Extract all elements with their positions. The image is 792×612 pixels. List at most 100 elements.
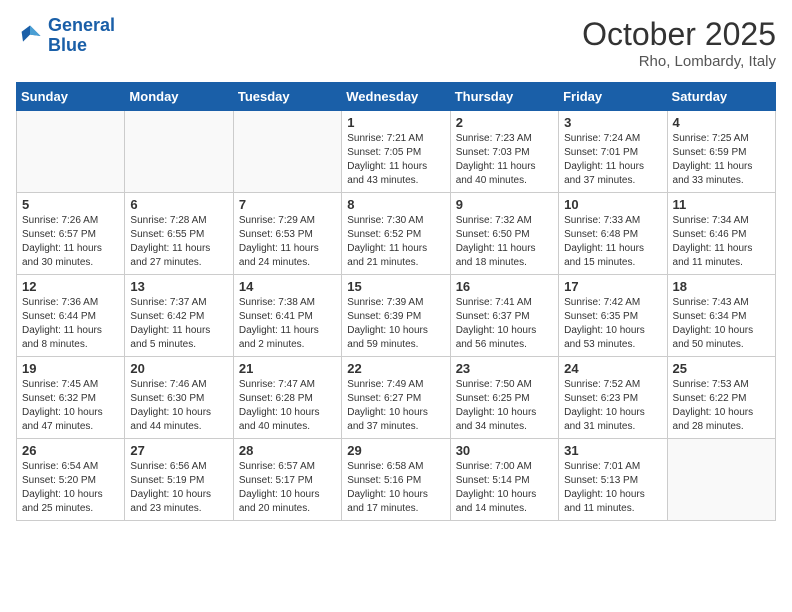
calendar-cell: 30 Sunrise: 7:00 AM Sunset: 5:14 PM Dayli…	[450, 439, 558, 521]
calendar-cell: 24Sunrise: 7:52 AM Sunset: 6:23 PM Dayli…	[559, 357, 667, 439]
day-info: Sunrise: 7:49 AM Sunset: 6:27 PM Dayligh…	[347, 378, 444, 434]
day-info: Sunrise: 6:54 AM Sunset: 5:20 PM Dayligh…	[22, 460, 119, 516]
weekday-header: Wednesday	[342, 83, 450, 111]
day-number: 5	[22, 197, 119, 212]
day-number: 14	[239, 279, 336, 294]
day-number: 27	[130, 443, 227, 458]
calendar-cell: 31 Sunrise: 7:01 AM Sunset: 5:13 PM Dayli…	[559, 439, 667, 521]
calendar-week-row: 12 Sunrise: 7:36 AM Sunset: 6:44 PM Dayli…	[17, 275, 776, 357]
month-year-title: October 2025	[582, 16, 776, 53]
calendar-cell: 15 Sunrise: 7:39 AM Sunset: 6:39 PM Dayli…	[342, 275, 450, 357]
calendar-cell: 27 Sunrise: 6:56 AM Sunset: 5:19 PM Dayli…	[125, 439, 233, 521]
day-info: Sunrise: 7:45 AM Sunset: 6:32 PM Dayligh…	[22, 378, 119, 434]
day-info: Sunrise: 6:58 AM Sunset: 5:16 PM Dayligh…	[347, 460, 444, 516]
calendar-cell: 23Sunrise: 7:50 AM Sunset: 6:25 PM Dayli…	[450, 357, 558, 439]
day-number: 16	[456, 279, 553, 294]
day-info: Sunrise: 7:32 AM Sunset: 6:50 PM Dayligh…	[456, 214, 553, 270]
calendar-cell: 28Sunrise: 6:57 AM Sunset: 5:17 PM Dayli…	[233, 439, 341, 521]
calendar-cell: 14 Sunrise: 7:38 AM Sunset: 6:41 PM Dayli…	[233, 275, 341, 357]
calendar-cell: 20 Sunrise: 7:46 AM Sunset: 6:30 PM Dayli…	[125, 357, 233, 439]
day-number: 1	[347, 115, 444, 130]
day-info: Sunrise: 7:46 AM Sunset: 6:30 PM Dayligh…	[130, 378, 227, 434]
day-number: 7	[239, 197, 336, 212]
day-number: 10	[564, 197, 661, 212]
day-number: 31	[564, 443, 661, 458]
calendar-cell	[667, 439, 775, 521]
calendar-cell: 9Sunrise: 7:32 AM Sunset: 6:50 PM Daylig…	[450, 193, 558, 275]
day-info: Sunrise: 7:29 AM Sunset: 6:53 PM Dayligh…	[239, 214, 336, 270]
weekday-header: Monday	[125, 83, 233, 111]
day-info: Sunrise: 7:24 AM Sunset: 7:01 PM Dayligh…	[564, 132, 661, 188]
calendar-cell: 18 Sunrise: 7:43 AM Sunset: 6:34 PM Dayli…	[667, 275, 775, 357]
day-number: 11	[673, 197, 770, 212]
weekday-header-row: SundayMondayTuesdayWednesdayThursdayFrid…	[17, 83, 776, 111]
page-header: General Blue October 2025 Rho, Lombardy,…	[16, 16, 776, 70]
day-info: Sunrise: 7:25 AM Sunset: 6:59 PM Dayligh…	[673, 132, 770, 188]
day-number: 24	[564, 361, 661, 376]
calendar-cell: 26Sunrise: 6:54 AM Sunset: 5:20 PM Dayli…	[17, 439, 125, 521]
day-info: Sunrise: 7:37 AM Sunset: 6:42 PM Dayligh…	[130, 296, 227, 352]
day-number: 19	[22, 361, 119, 376]
day-number: 12	[22, 279, 119, 294]
calendar-cell: 3 Sunrise: 7:24 AM Sunset: 7:01 PM Daylig…	[559, 111, 667, 193]
location-subtitle: Rho, Lombardy, Italy	[582, 53, 776, 70]
day-info: Sunrise: 7:21 AM Sunset: 7:05 PM Dayligh…	[347, 132, 444, 188]
day-number: 30	[456, 443, 553, 458]
calendar-week-row: 5Sunrise: 7:26 AM Sunset: 6:57 PM Daylig…	[17, 193, 776, 275]
calendar-cell: 5Sunrise: 7:26 AM Sunset: 6:57 PM Daylig…	[17, 193, 125, 275]
calendar-week-row: 19 Sunrise: 7:45 AM Sunset: 6:32 PM Dayli…	[17, 357, 776, 439]
day-info: Sunrise: 7:43 AM Sunset: 6:34 PM Dayligh…	[673, 296, 770, 352]
calendar-week-row: 1 Sunrise: 7:21 AM Sunset: 7:05 PM Daylig…	[17, 111, 776, 193]
day-info: Sunrise: 7:33 AM Sunset: 6:48 PM Dayligh…	[564, 214, 661, 270]
calendar-cell: 11Sunrise: 7:34 AM Sunset: 6:46 PM Dayli…	[667, 193, 775, 275]
calendar-cell	[233, 111, 341, 193]
calendar-cell: 4Sunrise: 7:25 AM Sunset: 6:59 PM Daylig…	[667, 111, 775, 193]
day-info: Sunrise: 7:41 AM Sunset: 6:37 PM Dayligh…	[456, 296, 553, 352]
day-number: 20	[130, 361, 227, 376]
day-info: Sunrise: 7:00 AM Sunset: 5:14 PM Dayligh…	[456, 460, 553, 516]
title-block: October 2025 Rho, Lombardy, Italy	[582, 16, 776, 70]
calendar-cell: 6 Sunrise: 7:28 AM Sunset: 6:55 PM Daylig…	[125, 193, 233, 275]
calendar-week-row: 26Sunrise: 6:54 AM Sunset: 5:20 PM Dayli…	[17, 439, 776, 521]
day-info: Sunrise: 7:36 AM Sunset: 6:44 PM Dayligh…	[22, 296, 119, 352]
calendar-cell: 22 Sunrise: 7:49 AM Sunset: 6:27 PM Dayli…	[342, 357, 450, 439]
logo: General Blue	[16, 16, 115, 56]
day-number: 25	[673, 361, 770, 376]
day-info: Sunrise: 7:53 AM Sunset: 6:22 PM Dayligh…	[673, 378, 770, 434]
weekday-header: Sunday	[17, 83, 125, 111]
day-info: Sunrise: 7:50 AM Sunset: 6:25 PM Dayligh…	[456, 378, 553, 434]
day-number: 3	[564, 115, 661, 130]
calendar-cell: 19 Sunrise: 7:45 AM Sunset: 6:32 PM Dayli…	[17, 357, 125, 439]
day-number: 8	[347, 197, 444, 212]
calendar-cell: 7 Sunrise: 7:29 AM Sunset: 6:53 PM Daylig…	[233, 193, 341, 275]
calendar-cell	[17, 111, 125, 193]
day-info: Sunrise: 7:39 AM Sunset: 6:39 PM Dayligh…	[347, 296, 444, 352]
day-number: 6	[130, 197, 227, 212]
calendar-cell: 29Sunrise: 6:58 AM Sunset: 5:16 PM Dayli…	[342, 439, 450, 521]
logo-icon	[16, 22, 44, 50]
logo-text: General Blue	[48, 16, 115, 56]
day-info: Sunrise: 7:28 AM Sunset: 6:55 PM Dayligh…	[130, 214, 227, 270]
day-info: Sunrise: 7:23 AM Sunset: 7:03 PM Dayligh…	[456, 132, 553, 188]
day-number: 15	[347, 279, 444, 294]
calendar-cell: 1 Sunrise: 7:21 AM Sunset: 7:05 PM Daylig…	[342, 111, 450, 193]
day-number: 21	[239, 361, 336, 376]
weekday-header: Friday	[559, 83, 667, 111]
day-info: Sunrise: 6:56 AM Sunset: 5:19 PM Dayligh…	[130, 460, 227, 516]
day-number: 18	[673, 279, 770, 294]
calendar-cell: 17 Sunrise: 7:42 AM Sunset: 6:35 PM Dayli…	[559, 275, 667, 357]
calendar-cell: 13Sunrise: 7:37 AM Sunset: 6:42 PM Dayli…	[125, 275, 233, 357]
weekday-header: Thursday	[450, 83, 558, 111]
day-info: Sunrise: 7:38 AM Sunset: 6:41 PM Dayligh…	[239, 296, 336, 352]
day-number: 17	[564, 279, 661, 294]
day-info: Sunrise: 7:01 AM Sunset: 5:13 PM Dayligh…	[564, 460, 661, 516]
calendar-cell: 10 Sunrise: 7:33 AM Sunset: 6:48 PM Dayli…	[559, 193, 667, 275]
calendar-cell: 8Sunrise: 7:30 AM Sunset: 6:52 PM Daylig…	[342, 193, 450, 275]
day-number: 2	[456, 115, 553, 130]
weekday-header: Tuesday	[233, 83, 341, 111]
calendar-cell: 25 Sunrise: 7:53 AM Sunset: 6:22 PM Dayli…	[667, 357, 775, 439]
weekday-header: Saturday	[667, 83, 775, 111]
day-info: Sunrise: 7:42 AM Sunset: 6:35 PM Dayligh…	[564, 296, 661, 352]
day-number: 22	[347, 361, 444, 376]
day-number: 28	[239, 443, 336, 458]
